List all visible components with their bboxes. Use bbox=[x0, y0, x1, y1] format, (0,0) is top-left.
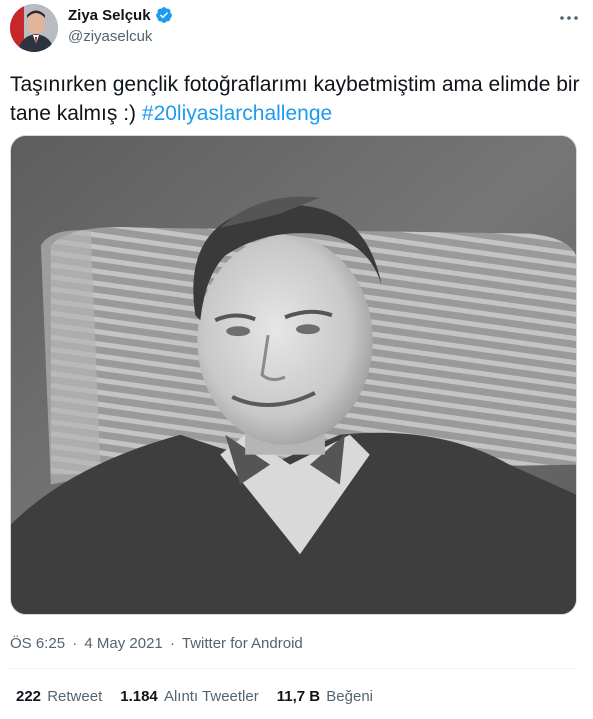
likes-count: 11,7 B bbox=[276, 688, 321, 705]
verified-badge-icon bbox=[155, 6, 173, 24]
meta-separator: · bbox=[169, 635, 175, 652]
likes-stat[interactable]: 11,7 B Beğeni bbox=[277, 688, 373, 705]
portrait-photo bbox=[11, 136, 576, 614]
tweet: Ziya Selçuk @ziyaselcuk Taşınırken gençl… bbox=[0, 0, 593, 719]
likes-label: Beğeni bbox=[326, 688, 373, 705]
tweet-header: Ziya Selçuk @ziyaselcuk bbox=[0, 0, 593, 64]
tweet-source[interactable]: Twitter for Android bbox=[182, 635, 303, 652]
retweets-stat[interactable]: 222 Retweet bbox=[16, 688, 102, 705]
avatar-image bbox=[10, 4, 58, 52]
handle[interactable]: @ziyaselcuk bbox=[68, 28, 152, 45]
more-horizontal-icon[interactable] bbox=[557, 8, 581, 28]
divider bbox=[10, 668, 577, 669]
retweets-label: Retweet bbox=[47, 688, 103, 705]
display-name[interactable]: Ziya Selçuk bbox=[68, 7, 151, 24]
tweet-time[interactable]: ÖS 6:25 bbox=[10, 635, 65, 652]
avatar[interactable] bbox=[10, 4, 58, 52]
quotes-count: 1.184 bbox=[120, 688, 158, 705]
name-row: Ziya Selçuk bbox=[68, 6, 173, 24]
meta-separator: · bbox=[72, 635, 78, 652]
tweet-stats: 222 Retweet 1.184 Alıntı Tweetler 11,7 B… bbox=[16, 688, 373, 705]
tweet-date[interactable]: 4 May 2021 bbox=[84, 635, 162, 652]
quotes-label: Alıntı Tweetler bbox=[163, 688, 259, 705]
tweet-photo[interactable] bbox=[10, 135, 577, 615]
tweet-meta: ÖS 6:25 · 4 May 2021 · Twitter for Andro… bbox=[10, 635, 303, 652]
hashtag-link[interactable]: #20liyaslarchallenge bbox=[142, 102, 332, 125]
retweets-count: 222 bbox=[16, 688, 42, 705]
quotes-stat[interactable]: 1.184 Alıntı Tweetler bbox=[120, 688, 259, 705]
tweet-text: Taşınırken gençlik fotoğraflarımı kaybet… bbox=[10, 70, 580, 128]
